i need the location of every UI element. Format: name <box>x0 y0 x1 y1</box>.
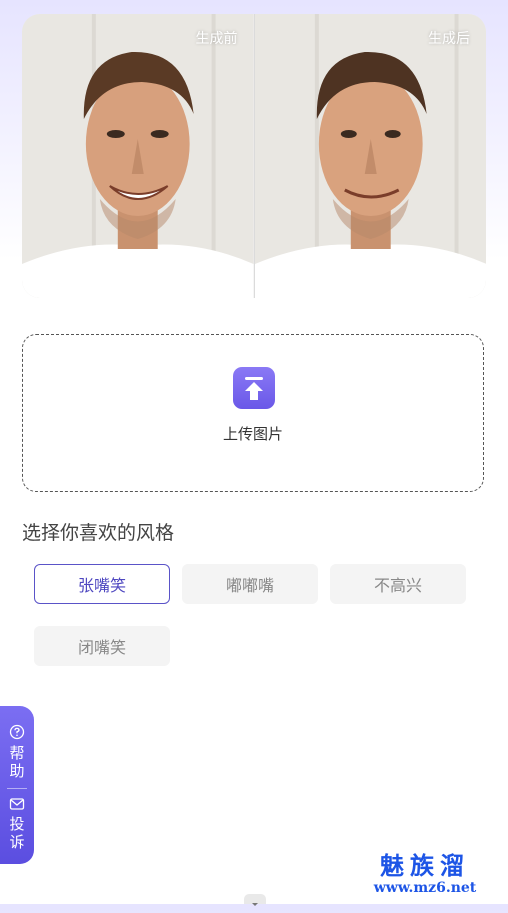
style-option-pout[interactable]: 嘟嘟嘴 <box>182 564 318 604</box>
help-label: 帮助 <box>9 744 25 780</box>
bottom-sheet-handle[interactable] <box>244 894 266 906</box>
before-image: 生成前 <box>22 14 254 298</box>
upload-label: 上传图片 <box>222 425 283 443</box>
help-button[interactable]: 帮助 <box>0 724 34 780</box>
before-after-comparison: 生成前 生成后 <box>22 14 486 298</box>
upload-arrow-icon <box>233 367 275 409</box>
floating-side-tab: 帮助 投诉 <box>0 706 34 864</box>
mail-icon <box>9 798 25 810</box>
watermark: 魅族溜 www.mz6.net <box>360 851 490 897</box>
question-circle-icon <box>9 724 25 740</box>
after-image: 生成后 <box>253 14 486 298</box>
upload-dropzone[interactable]: 上传图片 <box>22 334 484 492</box>
side-tab-divider <box>7 788 27 789</box>
style-section-title: 选择你喜欢的风格 <box>22 522 175 544</box>
feedback-label: 投诉 <box>9 815 25 851</box>
chevron-down-icon <box>252 903 258 906</box>
before-label: 生成前 <box>195 31 238 47</box>
watermark-url: www.mz6.net <box>373 880 477 896</box>
style-option-open-smile[interactable]: 张嘴笑 <box>34 564 170 604</box>
after-label: 生成后 <box>428 31 470 47</box>
style-option-closed-smile[interactable]: 闭嘴笑 <box>34 626 170 666</box>
feedback-button[interactable]: 投诉 <box>0 796 34 851</box>
watermark-title: 魅族溜 <box>380 851 470 880</box>
style-option-unhappy[interactable]: 不高兴 <box>330 564 466 604</box>
